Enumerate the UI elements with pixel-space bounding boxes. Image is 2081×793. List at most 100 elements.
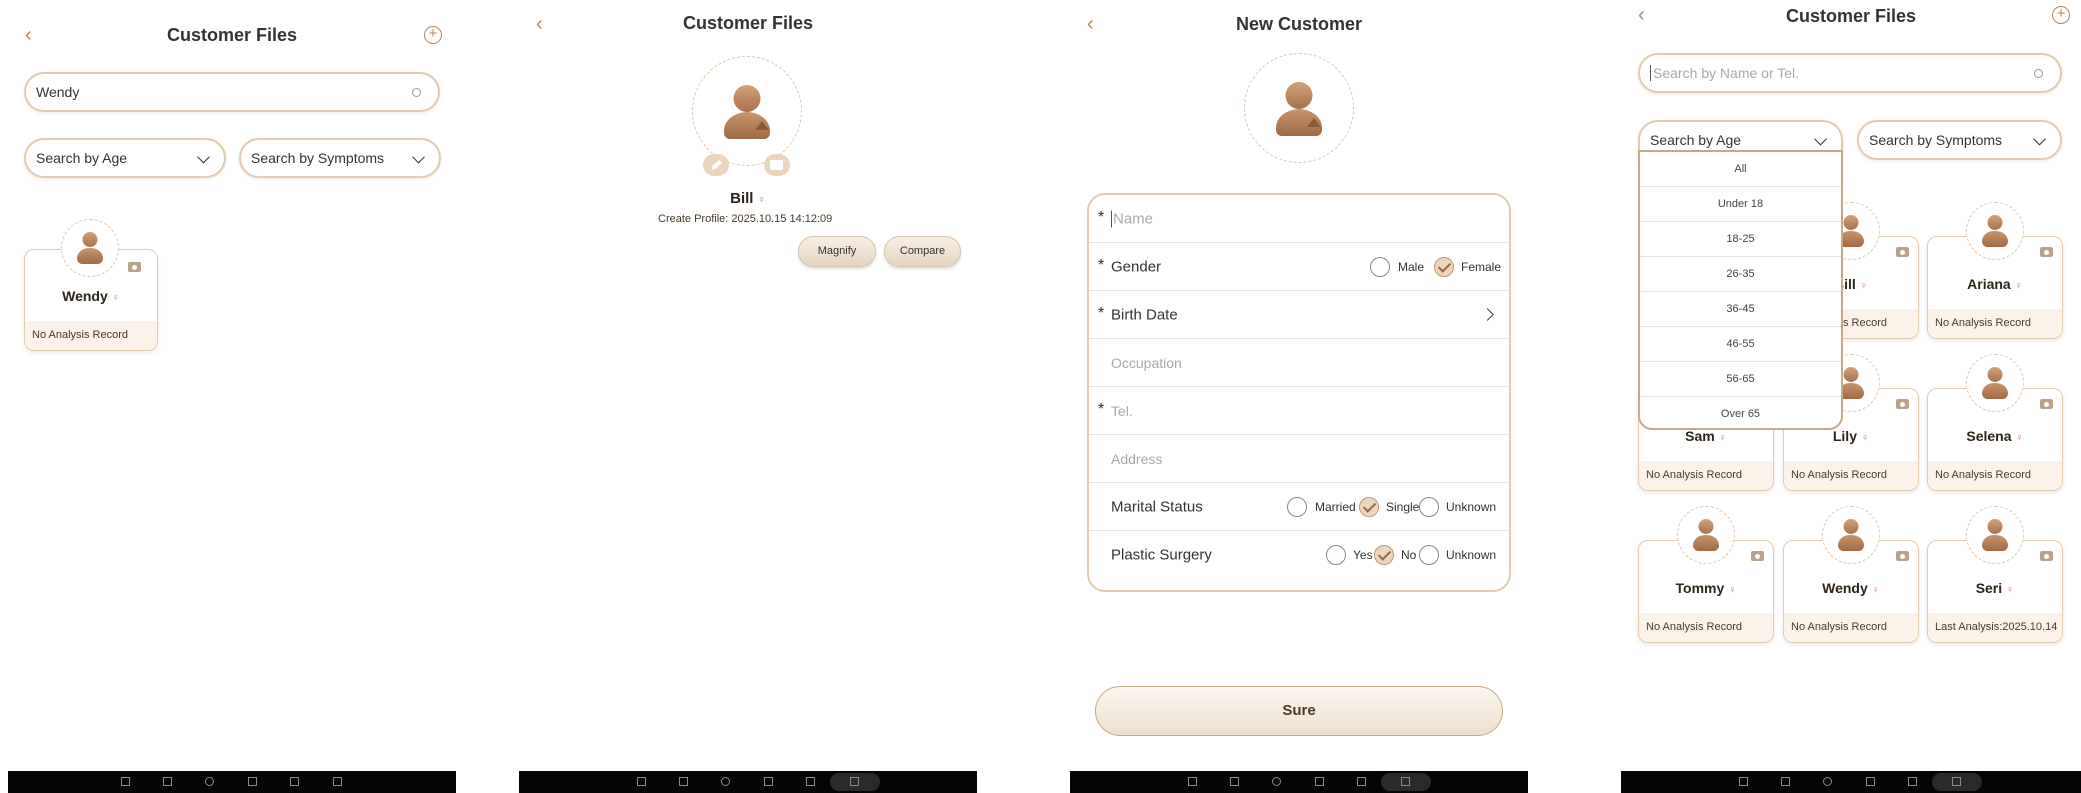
avatar <box>61 219 119 277</box>
customer-card[interactable]: Last Analysis:2025.10.14 Seri ♀ <box>1927 506 2063 643</box>
female-icon: ♀ <box>757 194 766 206</box>
age-option[interactable]: Under 18 <box>1640 187 1841 222</box>
add-customer-icon[interactable]: + <box>424 26 442 44</box>
camera-icon[interactable] <box>2040 247 2053 257</box>
search-icon[interactable] <box>412 88 421 97</box>
volume-down-icon[interactable] <box>1188 777 1197 786</box>
nav-home-icon[interactable] <box>721 777 730 786</box>
female-icon: ♀ <box>1728 584 1737 596</box>
age-filter-select[interactable]: Search by Age <box>24 138 226 178</box>
gender-male-radio[interactable] <box>1370 257 1390 277</box>
gender-female-radio[interactable] <box>1434 257 1454 277</box>
occupation-input[interactable]: Occupation <box>1111 355 1182 371</box>
system-nav-bar <box>1621 771 2081 793</box>
chevron-right-icon <box>1481 308 1494 321</box>
customer-card[interactable]: No Analysis Record Wendy ♀ <box>1783 506 1919 643</box>
nav-recents-icon[interactable] <box>1866 777 1875 786</box>
name-input[interactable]: Name <box>1111 210 1153 227</box>
new-avatar-upload[interactable] <box>1244 53 1354 163</box>
volume-up-icon[interactable] <box>290 777 299 786</box>
customer-name: Selena ♀ <box>1966 428 2024 444</box>
nav-back-icon[interactable] <box>163 777 172 786</box>
nav-home-icon[interactable] <box>1823 777 1832 786</box>
avatar <box>1966 354 2024 412</box>
camera-icon[interactable] <box>128 262 141 272</box>
person-icon <box>1981 215 2009 247</box>
nav-recents-icon[interactable] <box>1315 777 1324 786</box>
symptom-filter-label: Search by Symptoms <box>1869 132 2003 148</box>
edit-avatar-button[interactable] <box>703 154 729 176</box>
volume-up-icon[interactable] <box>806 777 815 786</box>
chevron-down-icon <box>197 150 210 164</box>
screenshot-icon[interactable] <box>333 777 342 786</box>
panel-customer-search: ‹ Customer Files + Wendy Search by Age S… <box>8 0 456 793</box>
birth-date-field[interactable]: * Birth Date <box>1089 291 1509 339</box>
nav-back-icon[interactable] <box>679 777 688 786</box>
camera-icon[interactable] <box>1896 247 1909 257</box>
customer-card[interactable]: No Analysis Record Ariana ♀ <box>1927 202 2063 339</box>
nav-back-icon[interactable] <box>1230 777 1239 786</box>
age-option[interactable]: All <box>1640 152 1841 187</box>
customer-name: Wendy ♀ <box>62 288 120 304</box>
compare-button[interactable]: Compare <box>884 236 961 267</box>
camera-icon[interactable] <box>1896 551 1909 561</box>
camera-icon[interactable] <box>2040 399 2053 409</box>
analysis-record: Last Analysis:2025.10.14 <box>1928 613 2062 642</box>
marital-married-radio[interactable] <box>1287 497 1307 517</box>
nav-home-icon[interactable] <box>205 777 214 786</box>
camera-icon[interactable] <box>1751 551 1764 561</box>
symptom-filter-select[interactable]: Search by Symptoms <box>239 138 441 178</box>
avatar <box>1677 506 1735 564</box>
screenshot-icon <box>850 777 859 786</box>
tel-field[interactable]: * Tel. <box>1089 387 1509 435</box>
add-customer-icon[interactable]: + <box>2052 6 2070 24</box>
magnify-button[interactable]: Magnify <box>798 236 876 267</box>
customer-name: Ariana ♀ <box>1967 276 2023 292</box>
age-option[interactable]: 18-25 <box>1640 222 1841 257</box>
age-option[interactable]: 36-45 <box>1640 292 1841 327</box>
address-field[interactable]: Address <box>1089 435 1509 483</box>
surgery-yes-radio[interactable] <box>1326 545 1346 565</box>
age-filter-label: Search by Age <box>1650 132 1742 148</box>
page-title: New Customer <box>1235 14 1363 34</box>
age-dropdown-menu: All Under 18 18-25 26-35 36-45 46-55 56-… <box>1638 150 1843 430</box>
customer-card[interactable]: No Analysis Record Tommy ♀ <box>1638 506 1774 643</box>
search-icon[interactable] <box>2034 69 2043 78</box>
age-option[interactable]: 26-35 <box>1640 257 1841 292</box>
customer-card[interactable]: No Analysis Record Selena ♀ <box>1927 354 2063 491</box>
name-field[interactable]: * Name <box>1089 195 1509 243</box>
nav-recents-icon[interactable] <box>764 777 773 786</box>
profile-avatar[interactable] <box>692 56 802 166</box>
surgery-unknown-radio[interactable] <box>1419 545 1439 565</box>
volume-down-icon[interactable] <box>121 777 130 786</box>
volume-up-icon[interactable] <box>1908 777 1917 786</box>
search-input[interactable]: Wendy <box>24 72 440 112</box>
female-icon: ♀ <box>2014 280 2023 292</box>
avatar <box>1966 506 2024 564</box>
nav-recents-icon[interactable] <box>248 777 257 786</box>
address-input[interactable]: Address <box>1111 451 1162 467</box>
search-input[interactable]: Search by Name or Tel. <box>1638 53 2062 93</box>
gender-field: * Gender Male Female <box>1089 243 1509 291</box>
customer-card[interactable]: No Analysis Record Wendy ♀ <box>24 219 158 351</box>
marital-unknown-radio[interactable] <box>1419 497 1439 517</box>
person-icon <box>722 85 772 139</box>
panel-customer-list: ‹ Customer Files + Search by Name or Tel… <box>1621 0 2081 793</box>
tel-input[interactable]: Tel. <box>1111 403 1133 419</box>
nav-home-icon[interactable] <box>1272 777 1281 786</box>
camera-avatar-button[interactable] <box>764 154 790 176</box>
nav-back-icon[interactable] <box>1781 777 1790 786</box>
camera-icon[interactable] <box>2040 551 2053 561</box>
volume-down-icon[interactable] <box>637 777 646 786</box>
sure-button[interactable]: Sure <box>1095 686 1503 736</box>
camera-icon[interactable] <box>1896 399 1909 409</box>
age-option[interactable]: 56-65 <box>1640 362 1841 397</box>
occupation-field[interactable]: Occupation <box>1089 339 1509 387</box>
volume-down-icon[interactable] <box>1739 777 1748 786</box>
symptom-filter-select[interactable]: Search by Symptoms <box>1857 120 2062 160</box>
marital-single-radio[interactable] <box>1359 497 1379 517</box>
age-option[interactable]: Over 65 <box>1640 397 1841 428</box>
volume-up-icon[interactable] <box>1357 777 1366 786</box>
age-option[interactable]: 46-55 <box>1640 327 1841 362</box>
surgery-no-radio[interactable] <box>1374 545 1394 565</box>
